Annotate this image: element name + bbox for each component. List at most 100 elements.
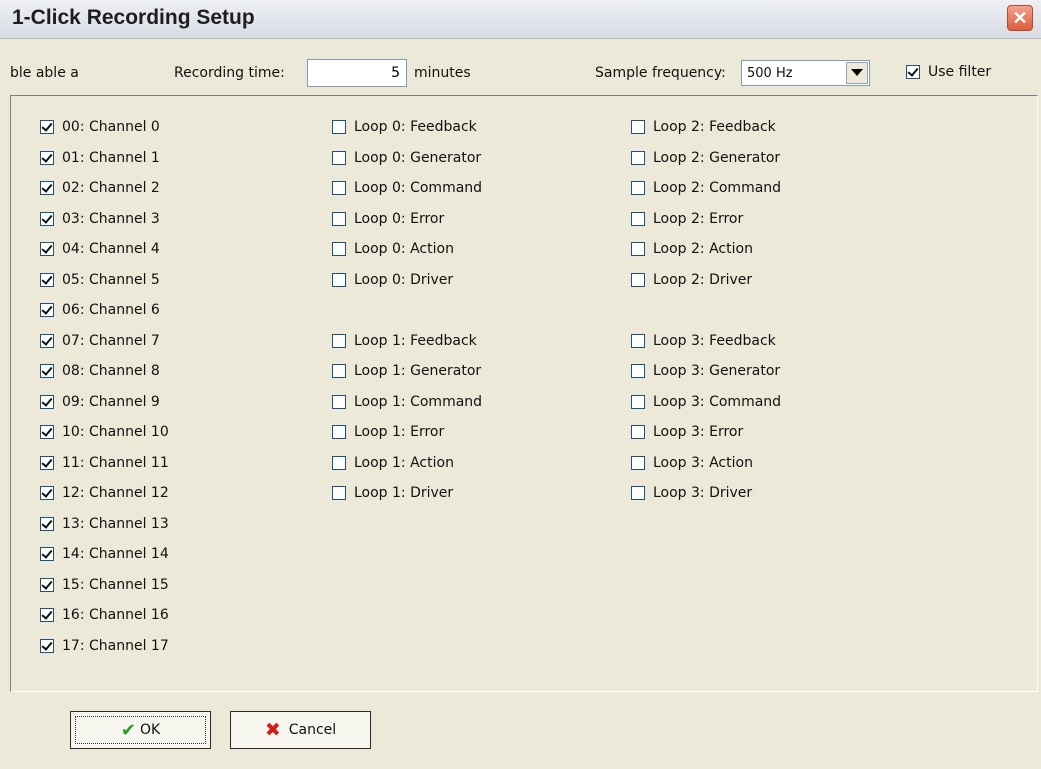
loop-checkbox[interactable]: Loop 1: Action — [332, 453, 454, 473]
checkbox-box[interactable] — [40, 547, 54, 561]
loop-checkbox[interactable]: Loop 1: Feedback — [332, 331, 477, 351]
checkbox-box[interactable] — [631, 150, 645, 165]
channel-checkbox[interactable]: 02: Channel 2 — [40, 178, 160, 198]
checkbox-box[interactable] — [40, 120, 54, 134]
loop-checkbox[interactable]: Loop 0: Generator — [332, 148, 481, 168]
checkbox-box[interactable] — [40, 211, 54, 226]
sample-frequency-select[interactable]: 500 Hz — [741, 60, 870, 86]
channel-checkbox[interactable]: 11: Channel 11 — [40, 453, 169, 473]
loop-checkbox[interactable]: Loop 3: Error — [631, 422, 743, 442]
loop-checkbox[interactable]: Loop 3: Driver — [631, 483, 752, 503]
checkbox-box[interactable] — [40, 577, 54, 592]
checkbox-box[interactable] — [40, 608, 54, 622]
checkbox-box[interactable] — [40, 638, 54, 653]
checkbox-label: Loop 1: Generator — [354, 363, 482, 379]
checkbox-box[interactable] — [631, 364, 645, 378]
checkbox-box[interactable] — [40, 181, 54, 195]
checkbox-box[interactable] — [40, 272, 54, 287]
checkbox-box[interactable] — [40, 455, 54, 470]
checkbox-box[interactable] — [332, 150, 346, 165]
checkbox-box[interactable] — [332, 242, 346, 256]
channel-checkbox[interactable]: 01: Channel 1 — [40, 148, 160, 168]
checkbox-label: Loop 0: Driver — [354, 271, 454, 288]
loop-checkbox[interactable]: Loop 3: Generator — [631, 361, 780, 381]
checkbox-box[interactable] — [332, 181, 346, 195]
checkbox-label: Loop 3: Error — [653, 424, 744, 440]
use-filter-checkbox[interactable]: Use filter — [906, 62, 991, 82]
loop-checkbox[interactable]: Loop 1: Error — [332, 422, 444, 442]
checkbox-box[interactable] — [631, 394, 645, 409]
use-filter-label: Use filter — [928, 64, 992, 80]
checkbox-box[interactable] — [332, 120, 346, 134]
checkbox-box[interactable] — [332, 333, 346, 348]
checkbox-box[interactable] — [40, 425, 54, 439]
cancel-button[interactable]: ✖ Cancel — [230, 711, 371, 749]
loop-checkbox[interactable]: Loop 1: Generator — [332, 361, 481, 381]
checkbox-box[interactable] — [631, 486, 645, 500]
checkbox-box[interactable] — [40, 242, 54, 256]
loop-checkbox[interactable]: Loop 1: Command — [332, 392, 482, 412]
checkbox-box[interactable] — [332, 425, 346, 439]
checkbox-box[interactable] — [631, 272, 645, 287]
checkbox-label: 11: Channel 11 — [62, 454, 169, 471]
channel-checkbox[interactable]: 13: Channel 13 — [40, 514, 169, 534]
loop-checkbox[interactable]: Loop 3: Feedback — [631, 331, 776, 351]
channel-checkbox[interactable]: 04: Channel 4 — [40, 239, 160, 259]
channel-checkbox[interactable]: 05: Channel 5 — [40, 270, 160, 290]
channel-checkbox[interactable]: 06: Channel 6 — [40, 300, 160, 320]
channel-checkbox[interactable]: 16: Channel 16 — [40, 605, 169, 625]
channel-checkbox[interactable]: 14: Channel 14 — [40, 544, 169, 564]
channel-checkbox[interactable]: 10: Channel 10 — [40, 422, 169, 442]
close-button[interactable]: ✕ — [1007, 5, 1033, 31]
loop-checkbox[interactable]: Loop 2: Command — [631, 178, 781, 198]
checkbox-box[interactable] — [631, 211, 645, 226]
dropdown-button[interactable] — [846, 62, 868, 84]
checkbox-box[interactable] — [631, 242, 645, 256]
checkbox-box[interactable] — [40, 150, 54, 165]
loop-checkbox[interactable]: Loop 0: Command — [332, 178, 482, 198]
checkbox-label: 02: Channel 2 — [62, 180, 160, 196]
loop-checkbox[interactable]: Loop 0: Error — [332, 209, 444, 229]
checkbox-box[interactable] — [40, 394, 54, 409]
checkbox-box[interactable] — [40, 486, 54, 500]
recording-time-input[interactable] — [307, 59, 407, 87]
checkbox-box[interactable] — [631, 333, 645, 348]
loop-checkbox[interactable]: Loop 0: Action — [332, 239, 454, 259]
ok-button[interactable]: ✔ OK — [70, 711, 211, 749]
channel-checkbox[interactable]: 17: Channel 17 — [40, 636, 169, 656]
checkbox-box[interactable] — [332, 455, 346, 470]
checkbox-box[interactable] — [631, 455, 645, 470]
checkbox-box[interactable] — [332, 486, 346, 500]
channel-checkbox[interactable]: 03: Channel 3 — [40, 209, 160, 229]
channel-checkbox[interactable]: 07: Channel 7 — [40, 331, 160, 351]
loop-checkbox[interactable]: Loop 0: Driver — [332, 270, 453, 290]
channel-checkbox[interactable]: 08: Channel 8 — [40, 361, 160, 381]
channel-checkbox[interactable]: 15: Channel 15 — [40, 575, 169, 595]
checkbox-label: 08: Channel 8 — [62, 363, 160, 379]
checkbox-box[interactable] — [40, 303, 54, 317]
checkbox-box[interactable] — [332, 364, 346, 378]
checkbox-box[interactable] — [40, 333, 54, 348]
loop-checkbox[interactable]: Loop 2: Feedback — [631, 117, 776, 137]
checkbox-box[interactable] — [631, 120, 645, 134]
loop-checkbox[interactable]: Loop 1: Driver — [332, 483, 453, 503]
checkbox-box[interactable] — [631, 425, 645, 439]
loop-checkbox[interactable]: Loop 3: Action — [631, 453, 753, 473]
channel-checkbox[interactable]: 12: Channel 12 — [40, 483, 169, 503]
checkbox-box[interactable] — [631, 181, 645, 195]
loop-checkbox[interactable]: Loop 2: Error — [631, 209, 743, 229]
use-filter-box[interactable] — [906, 65, 920, 79]
channel-checkbox[interactable]: 00: Channel 0 — [40, 117, 160, 137]
loop-checkbox[interactable]: Loop 0: Feedback — [332, 117, 477, 137]
loop-checkbox[interactable]: Loop 3: Command — [631, 392, 781, 412]
checkbox-box[interactable] — [332, 394, 346, 409]
button-bar: ✔ OK ✖ Cancel — [0, 693, 1041, 769]
checkbox-box[interactable] — [332, 211, 346, 226]
checkbox-box[interactable] — [40, 516, 54, 531]
loop-checkbox[interactable]: Loop 2: Driver — [631, 270, 752, 290]
checkbox-box[interactable] — [332, 272, 346, 287]
loop-checkbox[interactable]: Loop 2: Generator — [631, 148, 780, 168]
loop-checkbox[interactable]: Loop 2: Action — [631, 239, 753, 259]
channel-checkbox[interactable]: 09: Channel 9 — [40, 392, 160, 412]
checkbox-box[interactable] — [40, 364, 54, 378]
